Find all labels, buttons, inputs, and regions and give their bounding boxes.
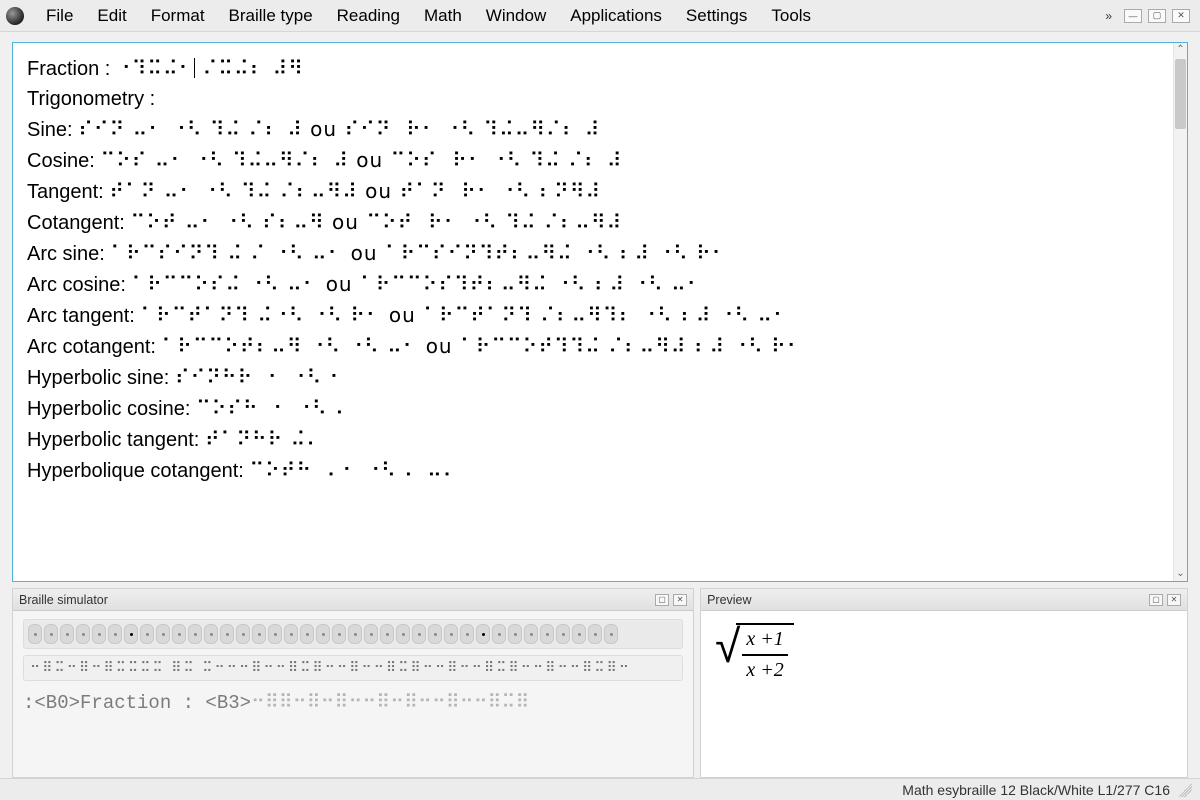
fraction-denominator: x +2 xyxy=(742,658,787,683)
fraction-numerator: x +1 xyxy=(742,627,787,652)
braille-cell xyxy=(236,624,250,644)
close-button[interactable]: ✕ xyxy=(1172,9,1190,23)
braille-cell xyxy=(28,624,42,644)
braille-cell xyxy=(604,624,618,644)
braille-cell xyxy=(300,624,314,644)
braille-cell xyxy=(60,624,74,644)
braille-cell xyxy=(140,624,154,644)
braille-cell xyxy=(332,624,346,644)
braille-cell xyxy=(92,624,106,644)
braille-cell xyxy=(44,624,58,644)
braille-cell xyxy=(396,624,410,644)
braille-cell xyxy=(492,624,506,644)
braille-cell xyxy=(572,624,586,644)
braille-dot-row: ⠒⠿⠭⠒⠿⠒⠿⠭⠭⠭⠭ ⠿⠭ ⠭⠒⠒⠒⠿⠒⠒⠿⠭⠿⠒⠒⠿⠒⠒⠿⠭⠿⠒⠒⠿⠒⠒⠿⠭… xyxy=(23,655,683,681)
status-bar: Math esybraille 12 Black/White L1/277 C1… xyxy=(0,778,1200,800)
braille-cell xyxy=(204,624,218,644)
panel-close-button[interactable]: ✕ xyxy=(1167,594,1181,606)
editor-line: Fraction : ⠐⠹⠭⠬⠂ ⠌⠭⠬⠆ ⠼⠻ xyxy=(27,53,1155,84)
menu-reading[interactable]: Reading xyxy=(325,2,412,30)
app-icon xyxy=(6,7,24,25)
menu-tools[interactable]: Tools xyxy=(759,2,823,30)
braille-cell xyxy=(124,624,138,644)
editor-line: Sine: ⠎⠊⠝ ⠤⠂ ⠐⠣ ⠹⠬ ⠌⠆ ⠼ ou ⠎⠊⠝ ⠗⠂ ⠐⠣ ⠹⠬⠤… xyxy=(27,114,1155,145)
editor-line: Hyperbolique cotangent: ⠉⠕⠞⠓ ⠄⠂ ⠐⠣ ⠄ ⠤⠄ xyxy=(27,455,1155,486)
panel-title: Preview xyxy=(707,593,751,607)
braille-cell xyxy=(188,624,202,644)
editor-line: Arc sine: ⠁⠗⠉⠎⠊⠝⠹ ⠬ ⠌ ⠐⠣ ⠤⠂ ou ⠁⠗⠉⠎⠊⠝⠹⠞⠆… xyxy=(27,238,1155,269)
menu-window[interactable]: Window xyxy=(474,2,558,30)
panel-title: Braille simulator xyxy=(19,593,108,607)
braille-cell xyxy=(444,624,458,644)
braille-cell xyxy=(428,624,442,644)
overflow-icon[interactable]: » xyxy=(1105,9,1118,23)
braille-cell xyxy=(76,624,90,644)
braille-cell xyxy=(380,624,394,644)
braille-cell xyxy=(460,624,474,644)
panel-close-button[interactable]: ✕ xyxy=(673,594,687,606)
braille-cell xyxy=(508,624,522,644)
menu-math[interactable]: Math xyxy=(412,2,474,30)
braille-cell xyxy=(524,624,538,644)
scroll-thumb[interactable] xyxy=(1175,59,1186,129)
editor-line: Hyperbolic tangent: ⠞⠁⠝⠓⠗ ⠬⠄ xyxy=(27,424,1155,455)
panel-restore-button[interactable]: ▢ xyxy=(1149,594,1163,606)
editor-area[interactable]: Fraction : ⠐⠹⠭⠬⠂ ⠌⠭⠬⠆ ⠼⠻Trigonometry :Si… xyxy=(12,42,1188,582)
math-preview: √ x +1 x +2 xyxy=(709,617,800,689)
panel-header: Preview ▢ ✕ xyxy=(701,589,1187,611)
editor-line: Hyperbolic sine: ⠎⠊⠝⠓⠗ ⠂ ⠐⠣ ⠂ xyxy=(27,362,1155,393)
menu-applications[interactable]: Applications xyxy=(558,2,674,30)
editor-line: Arc cosine: ⠁⠗⠉⠉⠕⠎⠬ ⠐⠣ ⠤⠂ ou ⠁⠗⠉⠉⠕⠎⠹⠞⠆⠤⠻… xyxy=(27,269,1155,300)
editor-line: Arc cotangent: ⠁⠗⠉⠉⠕⠞⠆⠤⠻ ⠐⠣ ⠐⠣ ⠤⠂ ou ⠁⠗⠉… xyxy=(27,331,1155,362)
menu-format[interactable]: Format xyxy=(139,2,217,30)
window-controls: » — ▢ ✕ xyxy=(1105,9,1194,23)
braille-cell xyxy=(412,624,426,644)
scroll-up-icon[interactable]: ⌃ xyxy=(1174,43,1187,57)
braille-simulator-panel: Braille simulator ▢ ✕ ⠒⠿⠭⠒⠿⠒⠿⠭⠭⠭⠭ ⠿⠭ ⠭⠒⠒… xyxy=(12,588,694,778)
menu-settings[interactable]: Settings xyxy=(674,2,759,30)
braille-cell xyxy=(268,624,282,644)
simulator-text: :<B0>Fraction : <B3>⠒⠿⠿⠒⠿⠒⠿⠒⠒⠿⠒⠿⠒⠒⠿⠒⠒⠿⠭⠿ xyxy=(23,691,683,714)
vertical-scrollbar[interactable]: ⌃ ⌄ xyxy=(1173,43,1187,581)
status-text: Math esybraille 12 Black/White L1/277 C1… xyxy=(902,782,1170,798)
braille-cell xyxy=(348,624,362,644)
maximize-button[interactable]: ▢ xyxy=(1148,9,1166,23)
editor-text[interactable]: Fraction : ⠐⠹⠭⠬⠂ ⠌⠭⠬⠆ ⠼⠻Trigonometry :Si… xyxy=(13,43,1173,581)
editor-line: Tangent: ⠞⠁⠝ ⠤⠂ ⠐⠣ ⠹⠬ ⠌⠆⠤⠻⠼ ou ⠞⠁⠝ ⠗⠂ ⠐⠣… xyxy=(27,176,1155,207)
braille-cell xyxy=(476,624,490,644)
scroll-down-icon[interactable]: ⌄ xyxy=(1174,567,1187,581)
editor-line: Hyperbolic cosine: ⠉⠕⠎⠓ ⠂ ⠐⠣ ⠄ xyxy=(27,393,1155,424)
preview-body: √ x +1 x +2 xyxy=(701,611,1187,777)
resize-grip-icon[interactable] xyxy=(1178,783,1192,797)
braille-cell xyxy=(284,624,298,644)
minimize-button[interactable]: — xyxy=(1124,9,1142,23)
braille-cell xyxy=(252,624,266,644)
menu-braille-type[interactable]: Braille type xyxy=(217,2,325,30)
preview-panel: Preview ▢ ✕ √ x +1 x +2 xyxy=(700,588,1188,778)
braille-cell xyxy=(220,624,234,644)
panel-restore-button[interactable]: ▢ xyxy=(655,594,669,606)
menu-edit[interactable]: Edit xyxy=(85,2,138,30)
braille-cell xyxy=(556,624,570,644)
scroll-track[interactable] xyxy=(1174,57,1187,567)
editor-line: Trigonometry : xyxy=(27,84,1155,114)
editor-line: Cotangent: ⠉⠕⠞ ⠤⠂ ⠐⠣ ⠎⠆⠤⠻ ou ⠉⠕⠞ ⠗⠂ ⠐⠣ ⠹… xyxy=(27,207,1155,238)
braille-cell xyxy=(156,624,170,644)
braille-cell xyxy=(540,624,554,644)
braille-cell-row xyxy=(23,619,683,649)
panel-header: Braille simulator ▢ ✕ xyxy=(13,589,693,611)
braille-cell xyxy=(172,624,186,644)
menubar: FileEditFormatBraille typeReadingMathWin… xyxy=(0,0,1200,32)
braille-cell xyxy=(108,624,122,644)
braille-cell xyxy=(364,624,378,644)
menu-file[interactable]: File xyxy=(34,2,85,30)
editor-line: Cosine: ⠉⠕⠎ ⠤⠂ ⠐⠣ ⠹⠬⠤⠻⠌⠆ ⠼ ou ⠉⠕⠎ ⠗⠂ ⠐⠣ … xyxy=(27,145,1155,176)
braille-cell xyxy=(588,624,602,644)
braille-cell xyxy=(316,624,330,644)
editor-line: Arc tangent: ⠁⠗⠉⠞⠁⠝⠹ ⠬⠐⠣ ⠐⠣ ⠗⠂ ou ⠁⠗⠉⠞⠁⠝… xyxy=(27,300,1155,331)
fraction-line xyxy=(742,654,787,656)
